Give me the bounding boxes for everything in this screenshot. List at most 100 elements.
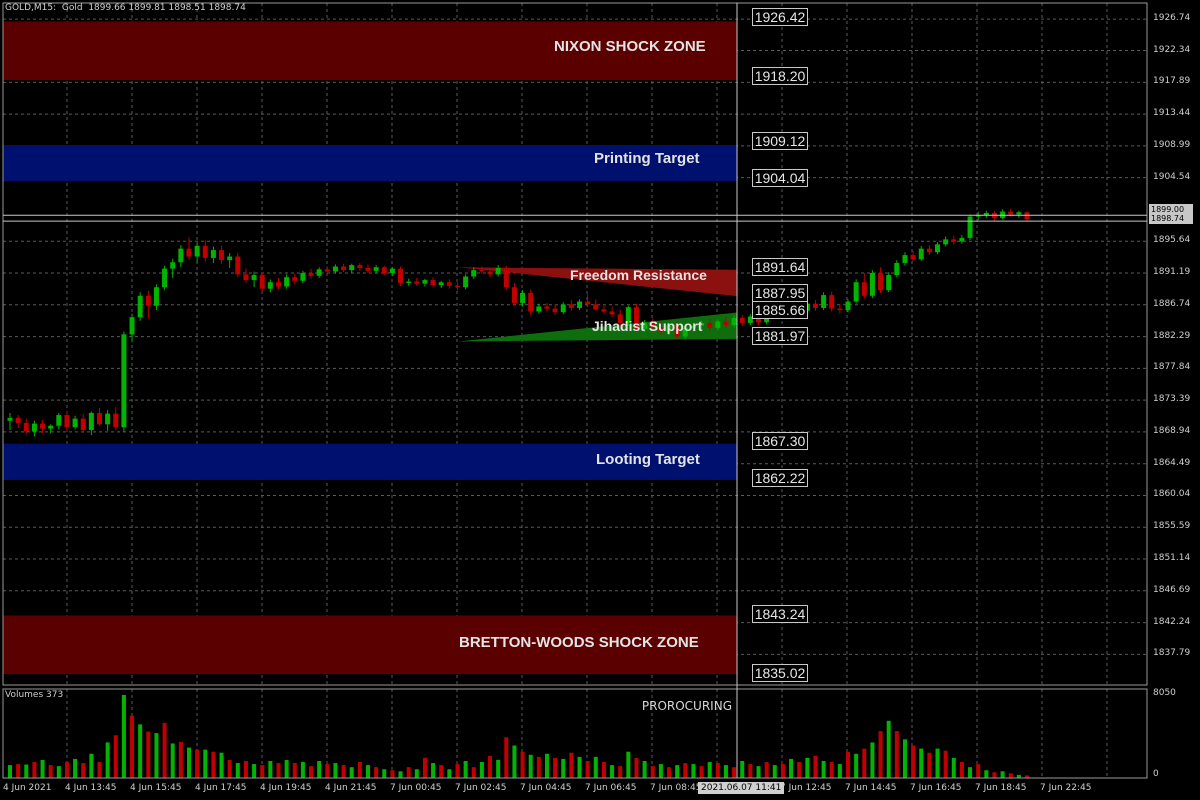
candle-body [178, 248, 184, 263]
time-tick-label: 7 Jun 04:45 [520, 783, 572, 793]
price-tick-label: 1917.89 [1153, 76, 1191, 87]
open-value: 1899.66 [88, 3, 126, 13]
timeframe: M15 [33, 3, 54, 13]
volume-bar [797, 762, 802, 778]
candle-body [503, 267, 509, 288]
volume-bar [935, 748, 940, 778]
volume-bar [593, 756, 598, 778]
candle-body [446, 282, 452, 286]
candle-body [487, 271, 493, 275]
level-looting-top: 1867.30 [752, 432, 808, 450]
time-tick-label: 7 Jun 14:45 [845, 783, 897, 793]
price-tick-label: 1868.94 [1153, 425, 1191, 436]
volume-bar [837, 764, 842, 778]
volume-bar [73, 758, 78, 778]
candle-body [454, 285, 460, 288]
volume-bar [959, 762, 964, 778]
volume-bar [268, 760, 273, 778]
candle-body [601, 309, 607, 312]
volume-bar [496, 759, 501, 778]
volume-bar [642, 760, 647, 778]
volume-bar [463, 760, 468, 778]
volume-bar [707, 762, 712, 778]
candle-body [300, 272, 306, 281]
candle-body [72, 418, 78, 428]
candle-body [349, 265, 355, 271]
candle-body [129, 317, 135, 335]
time-tick-label: 7 Jun 02:45 [455, 783, 507, 793]
volume-bar [260, 765, 265, 778]
volume-bar [64, 762, 69, 778]
volume-bar [105, 742, 110, 778]
cursor-time-label: 2021.06.07 11:41 [698, 782, 785, 794]
volume-bar [634, 757, 639, 778]
volume-bar [252, 764, 257, 778]
candle-body [292, 277, 298, 281]
candle-body [64, 415, 70, 428]
candle-body [910, 255, 916, 260]
volume-bar [317, 760, 322, 778]
candle-body [715, 321, 721, 328]
candle-body [926, 248, 932, 253]
candle-body [23, 422, 29, 432]
volume-bar [650, 766, 655, 778]
volume-bar [406, 767, 411, 778]
price-tick-label: 1855.59 [1153, 521, 1191, 532]
level-nixon-bottom: 1918.20 [752, 67, 808, 85]
candle-body [145, 295, 151, 306]
volume-bar [748, 764, 753, 778]
volume-bar [439, 765, 444, 778]
volume-bar [886, 720, 891, 778]
time-tick-label: 7 Jun 06:45 [585, 783, 637, 793]
candle-body [479, 270, 485, 272]
candle-body [414, 281, 420, 284]
volume-bar [984, 770, 989, 778]
candle-body [219, 250, 225, 261]
volume-bar [398, 771, 403, 778]
price-tick-label: 1877.84 [1153, 362, 1191, 373]
volume-bar [740, 760, 745, 778]
volume-bar [520, 751, 525, 778]
volume-bar [138, 724, 143, 778]
volume-bar [431, 763, 436, 778]
volume-bar [170, 743, 175, 778]
volume-bar [16, 764, 21, 778]
candle-body [251, 275, 257, 281]
price-tick-label: 1837.79 [1153, 648, 1191, 659]
volume-bar [243, 760, 248, 778]
volume-bar [528, 754, 533, 778]
volume-bar [333, 763, 338, 778]
candle-body [853, 282, 859, 302]
candle-body [1008, 211, 1014, 215]
candle-body [568, 304, 574, 308]
volume-bar [195, 749, 200, 778]
time-tick-label: 4 Jun 13:45 [65, 783, 117, 793]
candle-body [7, 417, 13, 421]
candle-body [585, 301, 591, 305]
candle-body [153, 287, 159, 306]
volume-bar [585, 760, 590, 778]
volume-bar [382, 769, 387, 778]
volume-bar [870, 742, 875, 778]
candle-body [463, 276, 469, 288]
volume-bar [667, 767, 672, 778]
zone-label-looting: Looting Target [596, 451, 700, 468]
volume-bar [618, 766, 623, 778]
volume-bar [97, 762, 102, 778]
zone-label-nixon: NIXON SHOCK ZONE [554, 38, 706, 55]
candle-body [723, 321, 729, 326]
level-looting-bottom: 1862.22 [752, 469, 808, 487]
low-value: 1898.51 [168, 3, 206, 13]
candle-body [471, 270, 477, 277]
volume-bar [601, 762, 606, 778]
volume-bar [553, 757, 558, 778]
volume-bar [813, 755, 818, 778]
zone-label-bretton: BRETTON-WOODS SHOCK ZONE [459, 634, 699, 651]
volume-bar [756, 766, 761, 778]
volume-bar [341, 765, 346, 778]
price-tick-label: 1882.29 [1153, 330, 1191, 341]
candle-body [194, 245, 200, 257]
price-tick-label: 1895.64 [1153, 235, 1191, 246]
volume-bar [56, 766, 61, 778]
volume-bar [732, 767, 737, 778]
